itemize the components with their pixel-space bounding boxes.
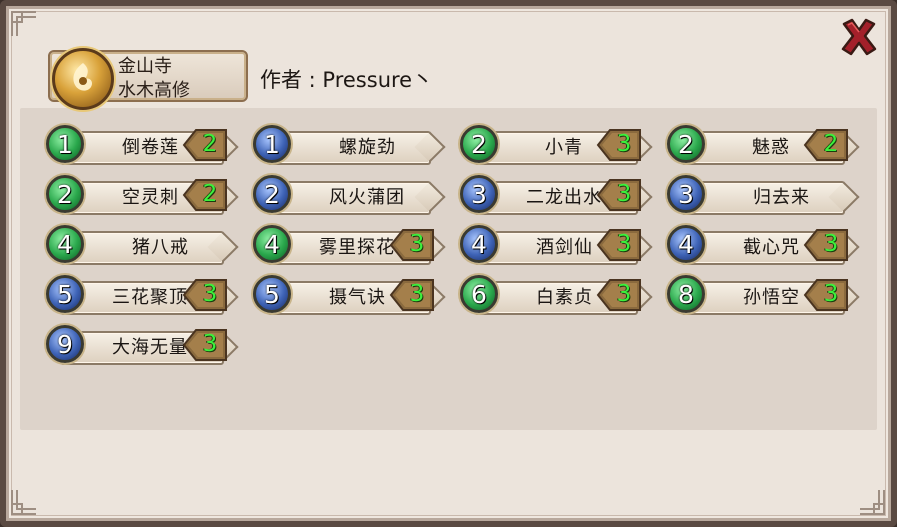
corner-ornament-icon — [10, 488, 38, 516]
close-button[interactable] — [838, 16, 880, 58]
mana-cost-gem: 2 — [253, 175, 291, 213]
card-count-tag: 2 — [803, 129, 849, 161]
card-count: 3 — [409, 231, 425, 257]
mana-cost-gem: 2 — [667, 125, 705, 163]
card-entry[interactable]: 5 三花聚顶 3 — [46, 275, 238, 315]
card-count: 3 — [616, 181, 632, 207]
mana-cost-gem: 9 — [46, 325, 84, 363]
mana-cost-gem: 4 — [667, 225, 705, 263]
card-name: 风火蒲团 — [329, 187, 405, 208]
mana-cost-gem: 3 — [667, 175, 705, 213]
card-count: 3 — [823, 231, 839, 257]
card-entry[interactable]: 4 截心咒 3 — [667, 225, 859, 265]
card-name: 雾里探花 — [319, 237, 395, 258]
mana-cost-gem: 4 — [46, 225, 84, 263]
card-name: 酒剑仙 — [536, 237, 593, 258]
card-count-tag: 3 — [182, 329, 228, 361]
card-count: 3 — [616, 231, 632, 257]
card-entry[interactable]: 4 猪八戒 — [46, 225, 238, 265]
card-count: 3 — [616, 131, 632, 157]
card-entry[interactable]: 6 白素贞 3 — [460, 275, 652, 315]
card-entry[interactable]: 1 倒卷莲 2 — [46, 125, 238, 165]
card-entry[interactable]: 4 酒剑仙 3 — [460, 225, 652, 265]
card-name: 大海无量 — [112, 337, 188, 358]
mana-cost-gem: 4 — [253, 225, 291, 263]
card-count-tag: 3 — [182, 279, 228, 311]
corner-ornament-icon — [10, 10, 38, 38]
card-name: 截心咒 — [743, 237, 800, 258]
deck-subtitle: 水木高修 — [118, 80, 190, 101]
card-entry[interactable]: 1 螺旋劲 — [253, 125, 445, 165]
card-name: 倒卷莲 — [122, 137, 179, 158]
mana-cost-gem: 6 — [460, 275, 498, 313]
card-count-tag: 3 — [803, 279, 849, 311]
card-count-tag: 3 — [596, 129, 642, 161]
card-count: 2 — [202, 181, 218, 207]
card-entry[interactable]: 2 小青 3 — [460, 125, 652, 165]
deck-name: 金山寺 — [118, 56, 172, 77]
card-count-tag: 3 — [389, 279, 435, 311]
card-count: 2 — [202, 131, 218, 157]
card-count-tag: 3 — [803, 229, 849, 261]
card-count: 3 — [823, 281, 839, 307]
mana-cost-gem: 8 — [667, 275, 705, 313]
mana-cost-gem: 3 — [460, 175, 498, 213]
mana-cost-gem: 1 — [253, 125, 291, 163]
card-entry[interactable]: 2 魅惑 2 — [667, 125, 859, 165]
card-entry[interactable]: 3 归去来 — [667, 175, 859, 215]
card-name: 归去来 — [753, 187, 810, 208]
hero-emblem-icon — [52, 48, 114, 110]
author-label: 作者 : Pressure丶 — [260, 68, 434, 92]
card-entry[interactable]: 2 风火蒲团 — [253, 175, 445, 215]
card-count-tag: 2 — [182, 129, 228, 161]
corner-ornament-icon — [858, 488, 886, 516]
card-name: 摄气诀 — [329, 287, 386, 308]
mana-cost-gem: 2 — [46, 175, 84, 213]
card-name: 三花聚顶 — [112, 287, 188, 308]
card-entry[interactable]: 4 雾里探花 3 — [253, 225, 445, 265]
card-entry[interactable]: 2 空灵刺 2 — [46, 175, 238, 215]
card-name: 小青 — [545, 137, 583, 158]
card-count-tag: 2 — [182, 179, 228, 211]
card-name: 魅惑 — [752, 137, 790, 158]
card-count: 3 — [409, 281, 425, 307]
card-count-tag: 3 — [389, 229, 435, 261]
card-name: 猪八戒 — [132, 237, 189, 258]
card-name: 螺旋劲 — [339, 137, 396, 158]
mana-cost-gem: 5 — [46, 275, 84, 313]
card-count-tag: 3 — [596, 179, 642, 211]
card-entry[interactable]: 5 摄气诀 3 — [253, 275, 445, 315]
card-count: 3 — [202, 331, 218, 357]
card-count: 3 — [616, 281, 632, 307]
card-count: 3 — [202, 281, 218, 307]
mana-cost-gem: 1 — [46, 125, 84, 163]
card-count-tag: 3 — [596, 229, 642, 261]
card-count-tag: 3 — [596, 279, 642, 311]
card-entry[interactable]: 8 孙悟空 3 — [667, 275, 859, 315]
mana-cost-gem: 2 — [460, 125, 498, 163]
card-name: 孙悟空 — [743, 287, 800, 308]
card-count: 2 — [823, 131, 839, 157]
card-entry[interactable]: 9 大海无量 3 — [46, 325, 238, 365]
mana-cost-gem: 5 — [253, 275, 291, 313]
card-name: 二龙出水 — [526, 187, 602, 208]
card-name: 空灵刺 — [122, 187, 179, 208]
mana-cost-gem: 4 — [460, 225, 498, 263]
close-icon — [841, 18, 877, 56]
card-name: 白素贞 — [536, 287, 593, 308]
card-entry[interactable]: 3 二龙出水 3 — [460, 175, 652, 215]
